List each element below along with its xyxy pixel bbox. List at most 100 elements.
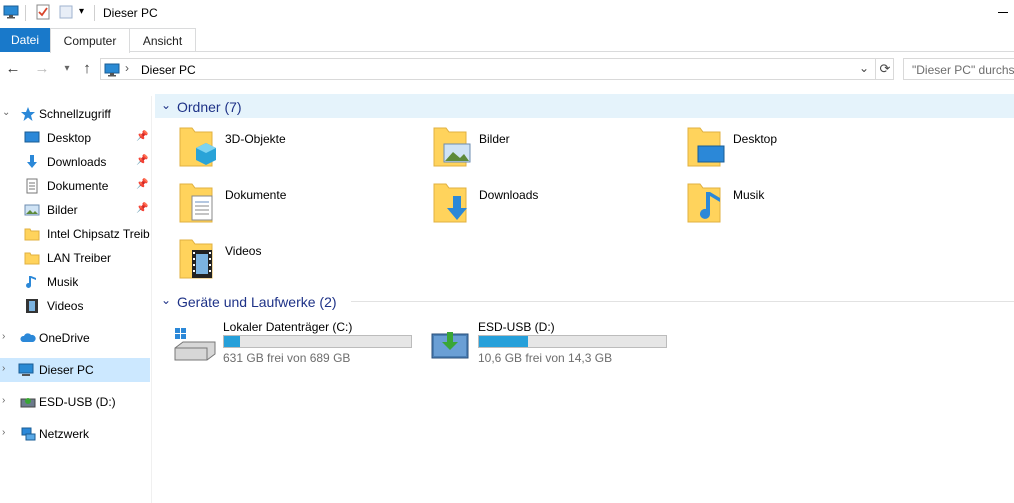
separator [94,5,95,21]
back-button[interactable]: ← [4,59,22,79]
sidebar-item-music[interactable]: Musik [0,270,150,294]
drive-usage-fill [479,336,528,347]
documents-icon [26,178,38,194]
breadcrumb-path[interactable]: Dieser PC [141,63,196,77]
navigation-pane: ⌄ Schnellzugriff Desktop 📌 Downloads 📌 D… [0,96,152,503]
music-icon [26,276,36,288]
sidebar-item-label: Intel Chipsatz Treiber [47,227,150,241]
tab-ansicht[interactable]: Ansicht [130,28,196,52]
drive-free-space: 10,6 GB frei von 14,3 GB [478,351,613,365]
search-input[interactable]: "Dieser PC" durchsuchen [903,58,1014,80]
sidebar-item-label: Dokumente [47,179,109,193]
sidebar-item-label: Videos [47,299,84,313]
ribbon-tabs: Datei Computer Ansicht [0,28,1014,53]
expanded-chevron-icon[interactable]: ⌄ [2,107,10,118]
tab-datei[interactable]: Datei [0,28,50,52]
forward-button[interactable]: → [33,59,51,79]
3d-objects-folder-icon [179,127,216,167]
sidebar-item-onedrive[interactable]: › OneDrive [0,326,150,350]
music-folder-icon [687,183,721,223]
properties-icon[interactable] [35,4,51,20]
documents-folder-icon [179,183,213,223]
collapsed-chevron-icon[interactable]: › [2,395,5,406]
new-folder-icon[interactable] [58,4,74,20]
downloads-icon [27,155,37,168]
sidebar-item-network[interactable]: › Netzwerk [0,422,150,446]
downloads-folder-icon [433,183,467,223]
folder-tile-dokumente[interactable]: Dokumente [178,180,428,230]
sidebar-item-lan-treiber[interactable]: LAN Treiber [0,246,150,270]
folder-name: Downloads [479,188,539,202]
collapsed-chevron-icon[interactable]: › [2,363,5,374]
sidebar-item-documents[interactable]: Dokumente 📌 [0,174,150,198]
pictures-icon [24,204,40,216]
minimize-button[interactable] [998,12,1008,13]
sidebar-item-videos[interactable]: Videos [0,294,150,318]
address-dropdown-icon[interactable]: ⌄ [859,61,869,75]
desktop-folder-icon [687,127,725,167]
pin-icon: 📌 [136,203,149,214]
sidebar-item-label: OneDrive [39,331,90,345]
folder-tile-videos[interactable]: Videos [178,236,428,286]
drive-name: ESD-USB (D:) [478,320,555,334]
folder-tile-3d-objekte[interactable]: 3D-Objekte [178,124,428,174]
sidebar-item-esd-usb[interactable]: › ESD-USB (D:) [0,390,150,414]
collapsed-chevron-icon[interactable]: › [2,331,5,342]
group-header-drives[interactable]: ⌄ Geräte und Laufwerke (2) [155,289,1014,313]
usb-drive-icon [431,332,469,359]
customize-quick-access-icon[interactable]: ▾ [79,6,84,17]
drive-tile-d[interactable]: ESD-USB (D:) 10,6 GB frei von 14,3 GB [428,320,678,368]
recent-locations-button[interactable]: ▾ [58,59,76,79]
folder-tile-desktop[interactable]: Desktop [686,124,936,174]
computer-icon [18,363,34,376]
drive-usage-bar [478,335,667,348]
folder-name: 3D-Objekte [225,132,286,146]
tab-computer[interactable]: Computer [50,28,130,53]
group-title: Ordner (7) [177,99,242,115]
drive-tile-c[interactable]: Lokaler Datenträger (C:) 631 GB frei von… [173,320,423,368]
sidebar-item-label: Netzwerk [39,427,90,441]
refresh-button[interactable]: ⟳ [875,59,894,79]
drive-free-space: 631 GB frei von 689 GB [223,351,351,365]
sidebar-item-pictures[interactable]: Bilder 📌 [0,198,150,222]
drive-usage-fill [224,336,240,347]
window-title: Dieser PC [103,6,158,20]
address-bar[interactable]: › Dieser PC ⌄ ⟳ [100,58,894,80]
collapsed-chevron-icon[interactable]: › [2,427,5,438]
sidebar-item-label: Schnellzugriff [39,107,111,121]
star-icon [21,107,35,121]
group-header-folders[interactable]: ⌄ Ordner (7) [155,94,1014,118]
chevron-down-icon[interactable]: ⌄ [161,293,171,307]
sidebar-item-desktop[interactable]: Desktop 📌 [0,126,150,150]
up-button[interactable]: ↑ [78,59,96,79]
folder-icon [24,228,40,241]
sidebar-item-label: LAN Treiber [47,251,112,265]
sidebar-item-label: Desktop [47,131,92,145]
group-divider [351,301,1014,302]
navigation-bar: ← → ▾ ↑ › Dieser PC ⌄ ⟳ "Dieser PC" durc… [0,56,1014,82]
sidebar-item-this-pc[interactable]: › Dieser PC [0,358,150,382]
folder-name: Dokumente [225,188,287,202]
videos-icon [26,299,38,313]
hard-drive-icon [174,328,216,361]
cloud-icon [20,333,36,342]
chevron-down-icon[interactable]: ⌄ [161,98,171,112]
pictures-folder-icon [433,127,471,167]
sidebar-item-quick-access[interactable]: ⌄ Schnellzugriff [0,102,150,126]
title-bar: ▾ Dieser PC [0,0,1014,26]
folder-tile-musik[interactable]: Musik [686,180,936,230]
folder-name: Musik [733,188,765,202]
sidebar-item-label: ESD-USB (D:) [39,395,116,409]
sidebar-item-downloads[interactable]: Downloads 📌 [0,150,150,174]
computer-icon [3,5,19,19]
folder-tile-bilder[interactable]: Bilder [432,124,682,174]
sidebar-item-intel-chipsatz[interactable]: Intel Chipsatz Treiber [0,222,150,246]
sidebar-item-label: Downloads [47,155,107,169]
breadcrumb-chevron-icon[interactable]: › [125,61,129,75]
sidebar-item-label: Dieser PC [39,363,94,377]
sidebar-item-label: Musik [47,275,79,289]
folder-tile-downloads[interactable]: Downloads [432,180,682,230]
pin-icon: 📌 [136,131,149,142]
folder-name: Desktop [733,132,778,146]
network-icon [21,427,36,441]
